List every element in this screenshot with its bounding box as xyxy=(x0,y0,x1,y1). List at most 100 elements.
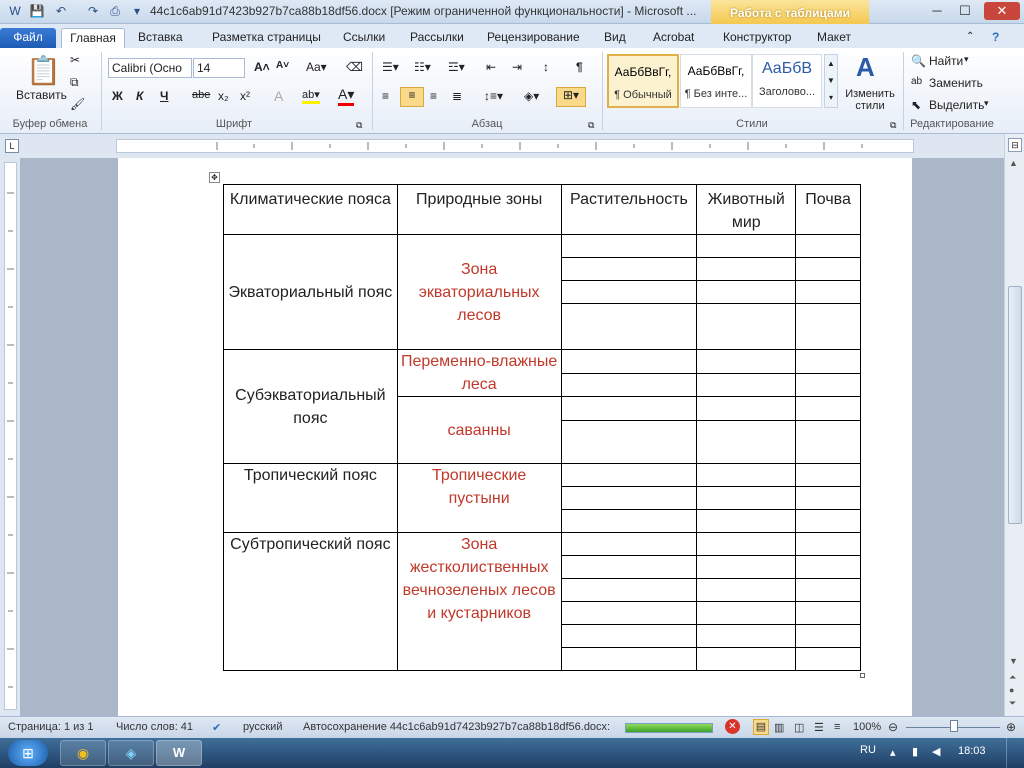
font-color-icon[interactable]: A▾ xyxy=(338,86,355,106)
clock[interactable]: 18:03 xyxy=(958,745,986,757)
paste-button[interactable]: Вставить xyxy=(16,88,67,102)
tab-acrobat[interactable]: Acrobat xyxy=(653,28,694,48)
tab-view[interactable]: Вид xyxy=(604,28,626,48)
format-painter-icon[interactable]: 🖌 xyxy=(70,97,85,111)
table-cell[interactable] xyxy=(795,420,861,464)
tray-expand-icon[interactable]: ▴ xyxy=(890,746,896,759)
table-cell[interactable] xyxy=(560,486,698,510)
copy-icon[interactable]: ⧉ xyxy=(70,75,79,90)
table-cell[interactable] xyxy=(560,420,698,464)
replace-button[interactable]: Заменить xyxy=(929,76,983,90)
zoom-in-icon[interactable]: ⊕ xyxy=(1006,720,1016,734)
taskbar-app[interactable]: ◈ xyxy=(108,740,154,766)
customize-quick-access-icon[interactable]: ▾ xyxy=(128,3,146,20)
table-cell[interactable] xyxy=(795,486,861,510)
zone-cell[interactable]: Зона экваториальных лесов xyxy=(396,234,562,350)
highlight-color-icon[interactable]: ab▾ xyxy=(302,88,320,104)
cancel-autosave-icon[interactable]: ✕ xyxy=(725,719,740,734)
browse-object-icon[interactable]: ● xyxy=(1009,685,1014,695)
styles-gallery-scroll[interactable]: ▲ ▼ ▾ xyxy=(824,54,838,108)
table-cell[interactable] xyxy=(696,257,797,281)
clear-formatting-icon[interactable]: ⌫ xyxy=(346,60,363,74)
table-cell[interactable] xyxy=(560,396,698,421)
table-cell[interactable] xyxy=(795,647,861,671)
page-count[interactable]: Страница: 1 из 1 xyxy=(8,721,94,733)
previous-page-icon[interactable]: ⏶ xyxy=(1009,672,1016,683)
belt-cell[interactable]: Субэкваториальный пояс xyxy=(223,349,398,464)
undo-icon[interactable]: ↶ xyxy=(52,3,70,20)
volume-icon[interactable]: ◀ xyxy=(932,745,940,758)
multilevel-list-icon[interactable]: ☲▾ xyxy=(448,60,465,74)
table-cell[interactable] xyxy=(696,463,797,487)
cut-icon[interactable]: ✂ xyxy=(70,53,80,67)
align-center-icon[interactable]: ≡ xyxy=(400,87,424,107)
style-normal[interactable]: АаБбВвГг, ¶ Обычный xyxy=(607,54,679,108)
belt-cell[interactable]: Экваториальный пояс xyxy=(223,234,398,350)
bullets-icon[interactable]: ☰▾ xyxy=(382,60,399,74)
horizontal-ruler[interactable] xyxy=(116,139,914,153)
header-zones[interactable]: Природные зоны xyxy=(396,184,562,235)
table-resize-handle[interactable] xyxy=(860,673,865,678)
redo-icon[interactable]: ↷ xyxy=(84,3,102,20)
table-cell[interactable] xyxy=(795,234,861,258)
select-dropdown-icon[interactable]: ▾ xyxy=(984,98,989,109)
table-cell[interactable] xyxy=(696,647,797,671)
scroll-thumb[interactable] xyxy=(1008,286,1022,524)
numbering-icon[interactable]: ☷▾ xyxy=(414,60,431,74)
decrease-indent-icon[interactable]: ⇤ xyxy=(486,60,496,74)
font-dialog-launcher-icon[interactable]: ⧉ xyxy=(356,120,362,131)
save-icon[interactable]: 💾 xyxy=(28,3,46,20)
table-cell[interactable] xyxy=(795,509,861,533)
zoom-out-icon[interactable]: ⊖ xyxy=(888,720,898,734)
select-button[interactable]: Выделить xyxy=(929,98,984,112)
full-screen-reading-icon[interactable]: ▥ xyxy=(774,721,784,734)
scroll-up-icon[interactable]: ▲ xyxy=(1009,158,1018,168)
header-vegetation[interactable]: Растительность xyxy=(560,184,698,235)
italic-icon[interactable]: К xyxy=(136,89,143,103)
subscript-icon[interactable]: x₂ xyxy=(218,89,229,103)
align-left-icon[interactable]: ≡ xyxy=(382,89,389,103)
table-cell[interactable] xyxy=(560,532,698,556)
bold-icon[interactable]: Ж xyxy=(112,89,123,103)
table-cell[interactable] xyxy=(795,578,861,602)
styles-dialog-launcher-icon[interactable]: ⧉ xyxy=(890,120,896,131)
table-cell[interactable] xyxy=(560,555,698,579)
table-cell[interactable] xyxy=(696,234,797,258)
change-styles-icon[interactable]: A xyxy=(856,52,875,83)
scroll-down-icon[interactable]: ▼ xyxy=(1009,656,1018,666)
find-dropdown-icon[interactable]: ▾ xyxy=(964,54,969,65)
tab-design[interactable]: Конструктор xyxy=(723,28,791,48)
print-layout-icon[interactable]: ▤ xyxy=(753,719,769,735)
tab-layout[interactable]: Макет xyxy=(817,28,851,48)
table-cell[interactable] xyxy=(795,396,861,421)
belt-cell[interactable]: Тропический пояс xyxy=(223,463,398,533)
zone-cell[interactable]: Зона жестколиственных вечнозеленых лесов… xyxy=(396,532,562,671)
table-cell[interactable] xyxy=(696,578,797,602)
vertical-ruler[interactable] xyxy=(4,162,17,710)
word-app-icon[interactable]: W xyxy=(6,3,24,20)
table-cell[interactable] xyxy=(696,624,797,648)
shading-icon[interactable]: ◈▾ xyxy=(524,89,539,103)
table-cell[interactable] xyxy=(795,532,861,556)
tab-insert[interactable]: Вставка xyxy=(138,28,183,48)
table-cell[interactable] xyxy=(795,349,861,374)
table-cell[interactable] xyxy=(560,257,698,281)
maximize-button[interactable]: ☐ xyxy=(952,2,978,20)
table-cell[interactable] xyxy=(696,601,797,625)
table-cell[interactable] xyxy=(560,303,698,350)
shrink-font-icon[interactable]: A˅ xyxy=(276,60,289,71)
change-case-icon[interactable]: Aa▾ xyxy=(306,60,327,74)
header-belts[interactable]: Климатические пояса xyxy=(223,184,398,235)
zoom-slider-thumb[interactable] xyxy=(950,720,958,732)
tab-file[interactable]: Файл xyxy=(0,28,56,48)
table-cell[interactable] xyxy=(560,280,698,304)
tab-selector-icon[interactable]: L xyxy=(5,139,19,153)
table-cell[interactable] xyxy=(696,372,797,397)
zone-cell[interactable]: Переменно-влажные леса xyxy=(396,349,562,397)
table-cell[interactable] xyxy=(795,303,861,350)
table-cell[interactable] xyxy=(560,578,698,602)
strikethrough-icon[interactable]: abe xyxy=(192,89,210,101)
language-indicator[interactable]: русский xyxy=(243,721,282,733)
underline-icon[interactable]: Ч xyxy=(160,89,168,103)
find-icon[interactable]: 🔍 xyxy=(911,54,926,68)
